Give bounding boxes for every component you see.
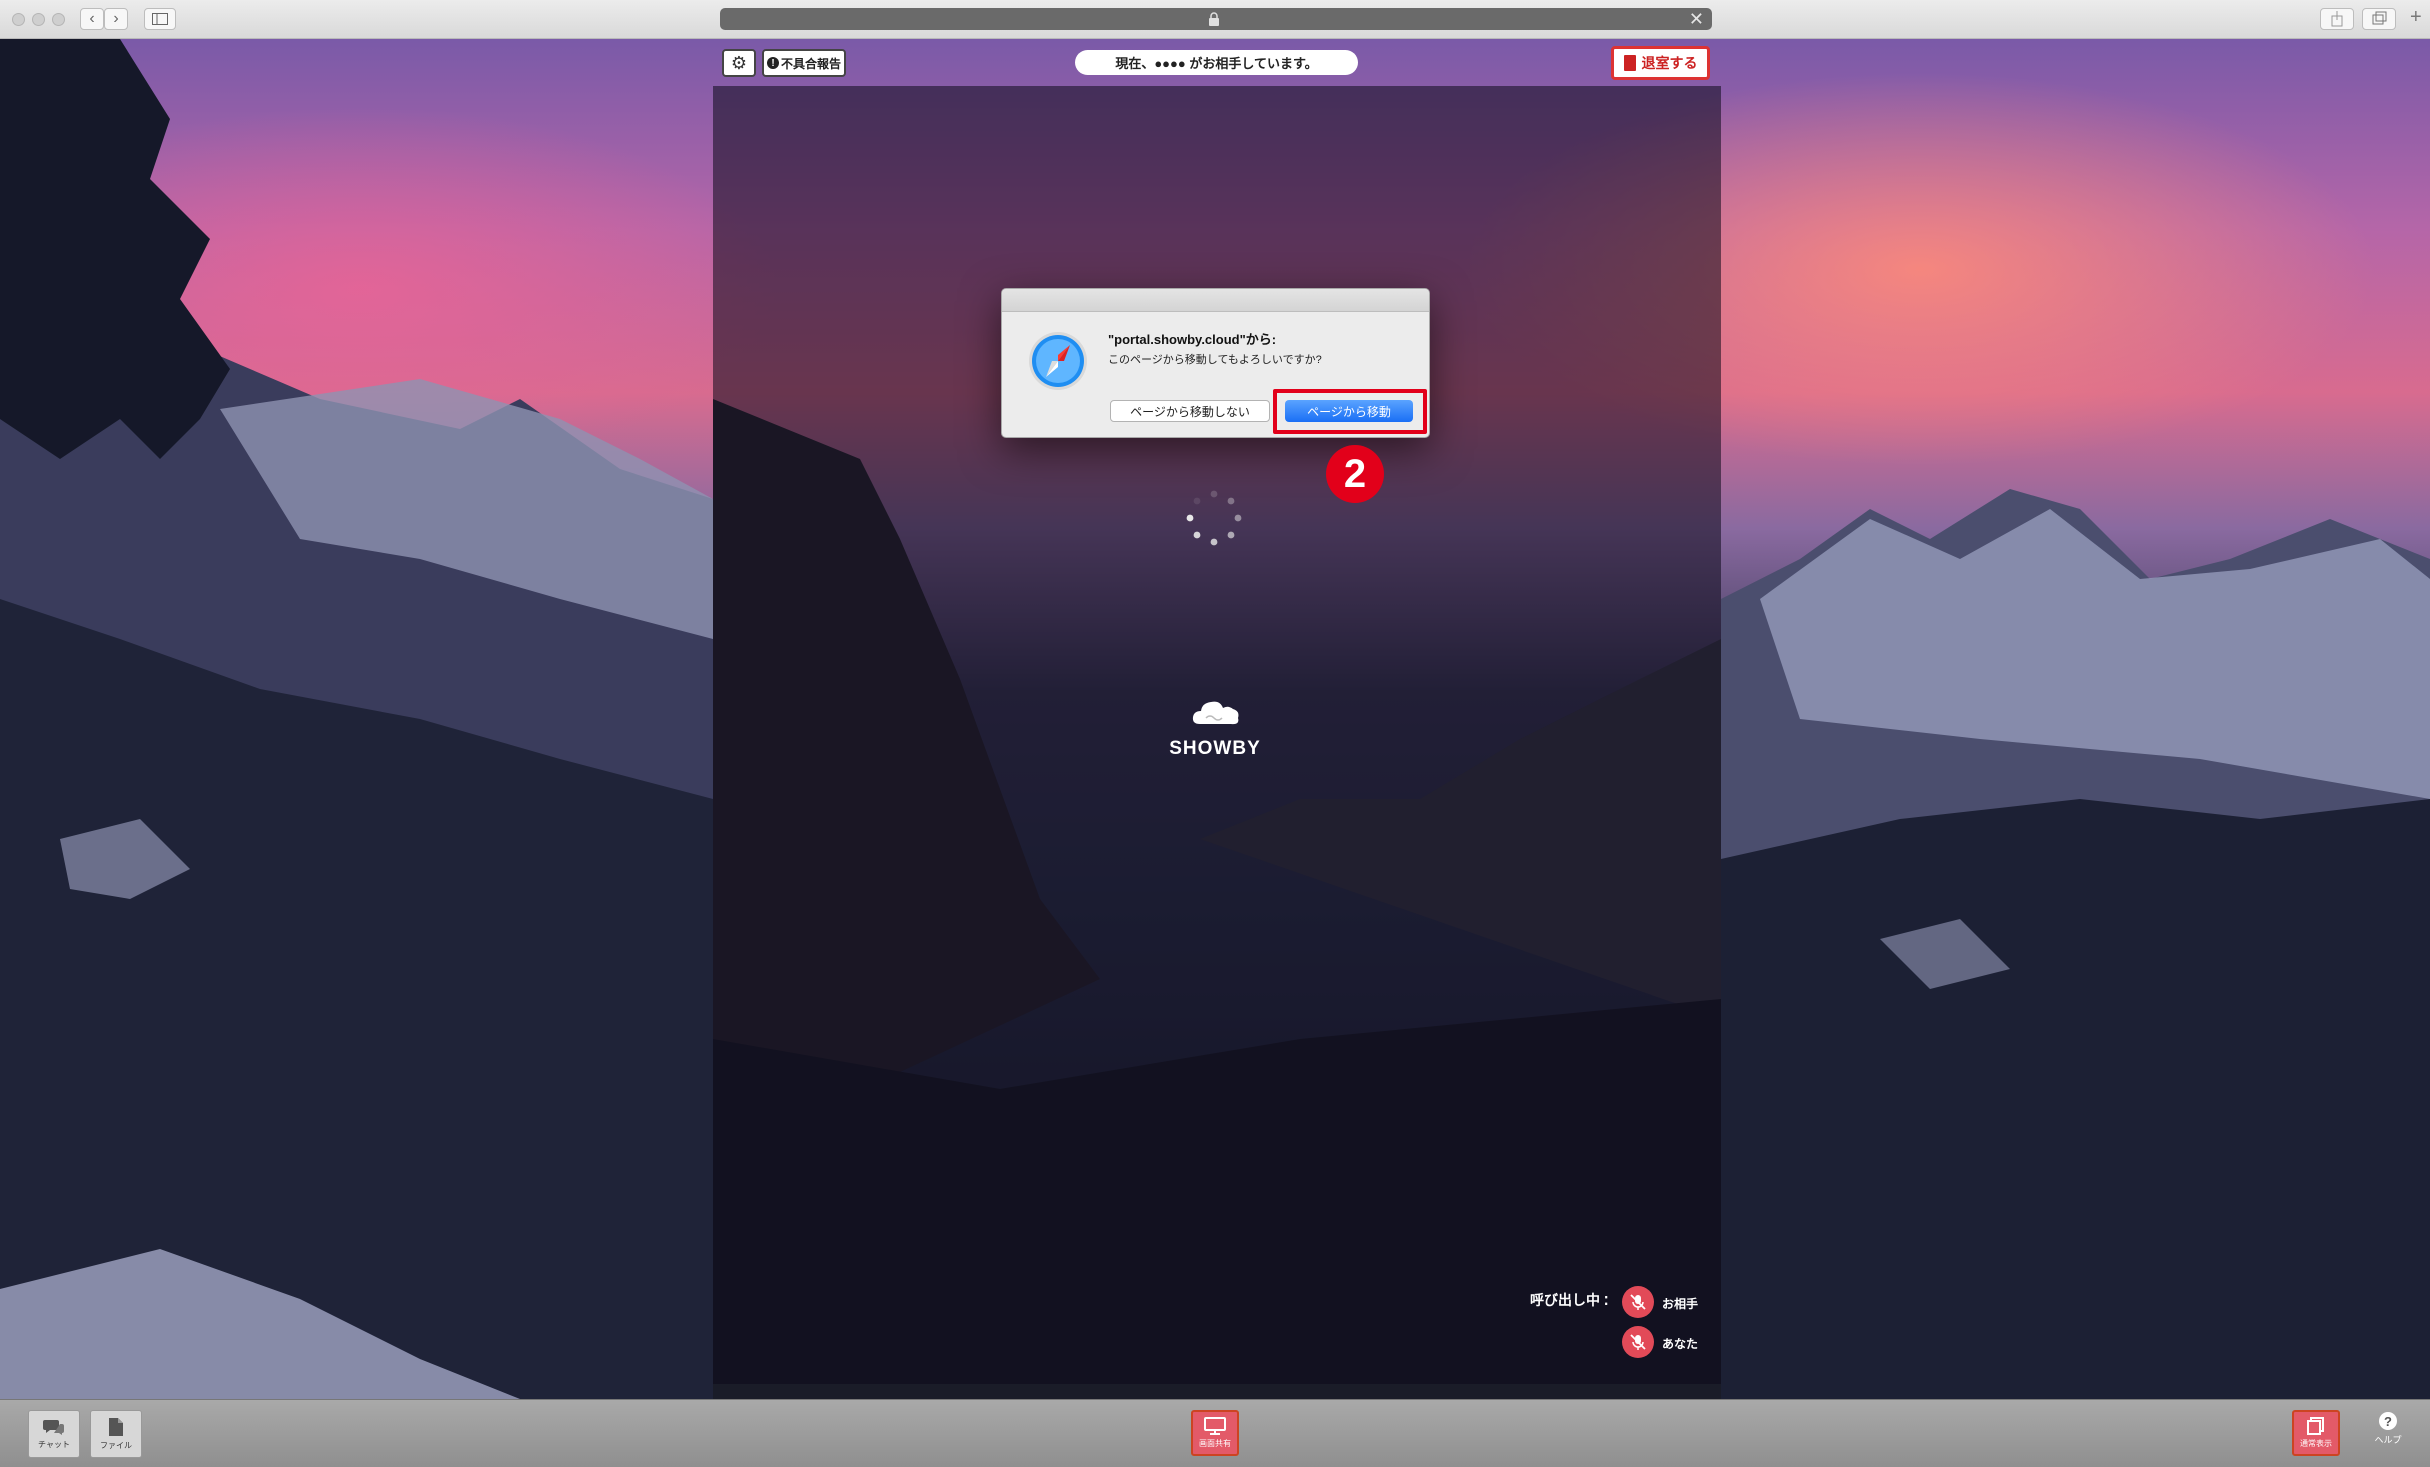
- question-icon: ?: [2379, 1412, 2397, 1430]
- share-icon: [2331, 11, 2343, 27]
- door-icon: [1623, 55, 1636, 71]
- browser-toolbar: ‹ › ✕ +: [0, 0, 2430, 39]
- file-icon: [109, 1418, 123, 1436]
- sidebar-icon: [152, 13, 168, 25]
- file-label: ファイル: [100, 1441, 132, 1450]
- dialog-title: "portal.showby.cloud"から:: [1108, 332, 1277, 347]
- chevron-right-icon: ›: [113, 10, 119, 27]
- chat-button[interactable]: チャット: [28, 1410, 80, 1458]
- zoom-window-button[interactable]: [52, 13, 65, 26]
- gear-icon: ⚙: [730, 52, 748, 73]
- leave-room-label: 退室する: [1641, 55, 1698, 71]
- calling-text: 呼び出し中: [1530, 1292, 1600, 1308]
- help-label: ヘルプ: [2374, 1435, 2402, 1445]
- dialog-titlebar: [1002, 289, 1429, 312]
- loading-spinner: [1186, 490, 1242, 546]
- back-button[interactable]: ‹: [80, 8, 104, 30]
- stop-loading-icon[interactable]: ✕: [1689, 9, 1704, 30]
- step-number-badge: 2: [1326, 445, 1384, 503]
- calling-dots-icon: ⁚: [1603, 1294, 1609, 1308]
- bug-report-button[interactable]: ! 不具合報告: [762, 49, 846, 77]
- video-panel: [713, 86, 1721, 1384]
- partner-mic-off-icon: [1622, 1286, 1654, 1318]
- lock-icon: [1209, 12, 1219, 26]
- bug-report-label: 不具合報告: [780, 56, 841, 71]
- monitor-icon: [1204, 1417, 1226, 1435]
- close-window-button[interactable]: [12, 13, 25, 26]
- leave-room-button[interactable]: 退室する: [1611, 46, 1710, 80]
- stay-on-page-button[interactable]: ページから移動しない: [1110, 400, 1270, 422]
- display-mode-button[interactable]: 通常表示: [2292, 1410, 2340, 1456]
- dialog-message: このページから移動してもよろしいですか?: [1108, 354, 1322, 366]
- tab-overview-button[interactable]: [2362, 8, 2396, 30]
- help-button[interactable]: ? ヘルプ: [2364, 1412, 2412, 1446]
- status-banner: 現在、●●●● がお相手しています。: [1075, 50, 1358, 75]
- chevron-left-icon: ‹: [89, 10, 95, 27]
- self-label: あなた: [1662, 1337, 1699, 1351]
- calling-status: 呼び出し中 ⁚: [1530, 1290, 1608, 1310]
- file-button[interactable]: ファイル: [90, 1410, 142, 1458]
- sidebar-toggle-button[interactable]: [144, 8, 176, 30]
- share-button[interactable]: [2320, 8, 2354, 30]
- safari-compass-icon: [1029, 332, 1087, 390]
- bottom-toolbar: チャット ファイル 画面共有 通常表示: [0, 1399, 2430, 1467]
- brand-logo-text: SHOWBY: [1169, 738, 1261, 759]
- mic-mute-icon: [1630, 1294, 1646, 1310]
- new-tab-button[interactable]: +: [2410, 6, 2422, 29]
- self-mic-off-icon: [1622, 1326, 1654, 1358]
- chat-label: チャット: [38, 1440, 70, 1449]
- partner-label: お相手: [1662, 1297, 1699, 1311]
- minimize-window-button[interactable]: [32, 13, 45, 26]
- settings-button[interactable]: ⚙: [722, 49, 756, 77]
- address-bar[interactable]: ✕: [720, 8, 1712, 30]
- annotation-highlight-box: [1273, 389, 1427, 434]
- status-text: 現在、●●●● がお相手しています。: [1115, 56, 1318, 71]
- document-icon: [2307, 1417, 2324, 1435]
- display-mode-label: 通常表示: [2300, 1439, 2332, 1448]
- mic-mute-icon: [1630, 1334, 1646, 1350]
- screen-share-button[interactable]: 画面共有: [1191, 1410, 1239, 1456]
- screen-share-label: 画面共有: [1199, 1439, 1231, 1448]
- cloud-logo-icon: [1192, 701, 1239, 725]
- forward-button[interactable]: ›: [104, 8, 128, 30]
- chat-icon: [43, 1420, 64, 1435]
- tabs-icon: [2372, 11, 2387, 25]
- alert-icon: !: [766, 57, 779, 69]
